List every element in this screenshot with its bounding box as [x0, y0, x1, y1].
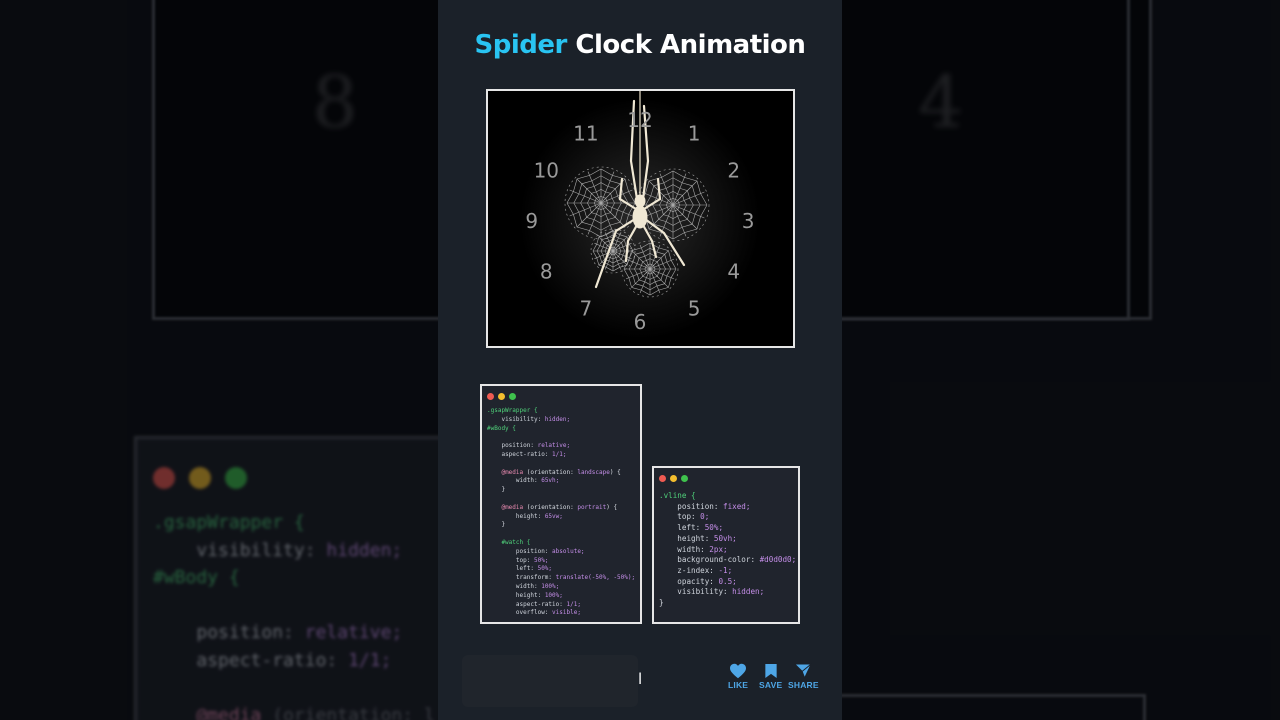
- bookmark-icon: [765, 663, 777, 679]
- caption-text: l: [638, 670, 643, 688]
- like-button[interactable]: LIKE: [728, 663, 748, 690]
- clock-number: 1: [688, 122, 701, 146]
- send-icon: [794, 663, 813, 679]
- minimize-dot-icon: [498, 393, 505, 400]
- share-button[interactable]: SHARE: [788, 663, 819, 690]
- clock-number: 11: [573, 122, 598, 146]
- clock-number: 12: [627, 108, 652, 132]
- title-accent: Spider: [474, 30, 568, 60]
- clock-number: 6: [634, 310, 647, 334]
- window-dots: [487, 393, 516, 400]
- code-window-vline: .vline { position: fixed; top: 0; left: …: [652, 466, 800, 624]
- like-label: LIKE: [728, 680, 749, 690]
- page-title: Spider Clock Animation: [438, 30, 842, 60]
- clock-number: 3: [742, 209, 755, 233]
- clock-number: 8: [540, 260, 553, 284]
- clock-number: 5: [688, 296, 701, 320]
- code-window-main: .gsapWrapper { visibility: hidden; #wBod…: [480, 384, 642, 624]
- spider-clock-preview[interactable]: 12 1 2 3 4 5 6 7 8 9 10 11: [486, 89, 795, 348]
- clock-number: 2: [727, 159, 740, 183]
- spider-clock-svg: 121234567891011: [488, 91, 793, 346]
- share-label: SHARE: [788, 680, 819, 690]
- short-panel: Spider Clock Animation 12 1 2 3 4 5 6 7 …: [438, 0, 842, 720]
- minimize-dot-icon: [670, 475, 677, 482]
- maximize-dot-icon: [681, 475, 688, 482]
- window-dots: [659, 475, 688, 482]
- close-dot-icon: [487, 393, 494, 400]
- clock-number: 4: [727, 260, 740, 284]
- maximize-dot-icon: [509, 393, 516, 400]
- save-label: SAVE: [759, 680, 783, 690]
- clock-number: 7: [580, 296, 593, 320]
- caption-box[interactable]: [462, 655, 638, 707]
- save-button[interactable]: SAVE: [759, 663, 782, 690]
- clock-number: 10: [534, 159, 559, 183]
- clock-number: 9: [525, 209, 538, 233]
- close-dot-icon: [659, 475, 666, 482]
- heart-icon: [730, 663, 747, 679]
- title-rest: Clock Animation: [566, 30, 806, 60]
- code-main: .gsapWrapper { visibility: hidden; #wBod…: [487, 407, 636, 617]
- code-vline: .vline { position: fixed; top: 0; left: …: [659, 491, 797, 608]
